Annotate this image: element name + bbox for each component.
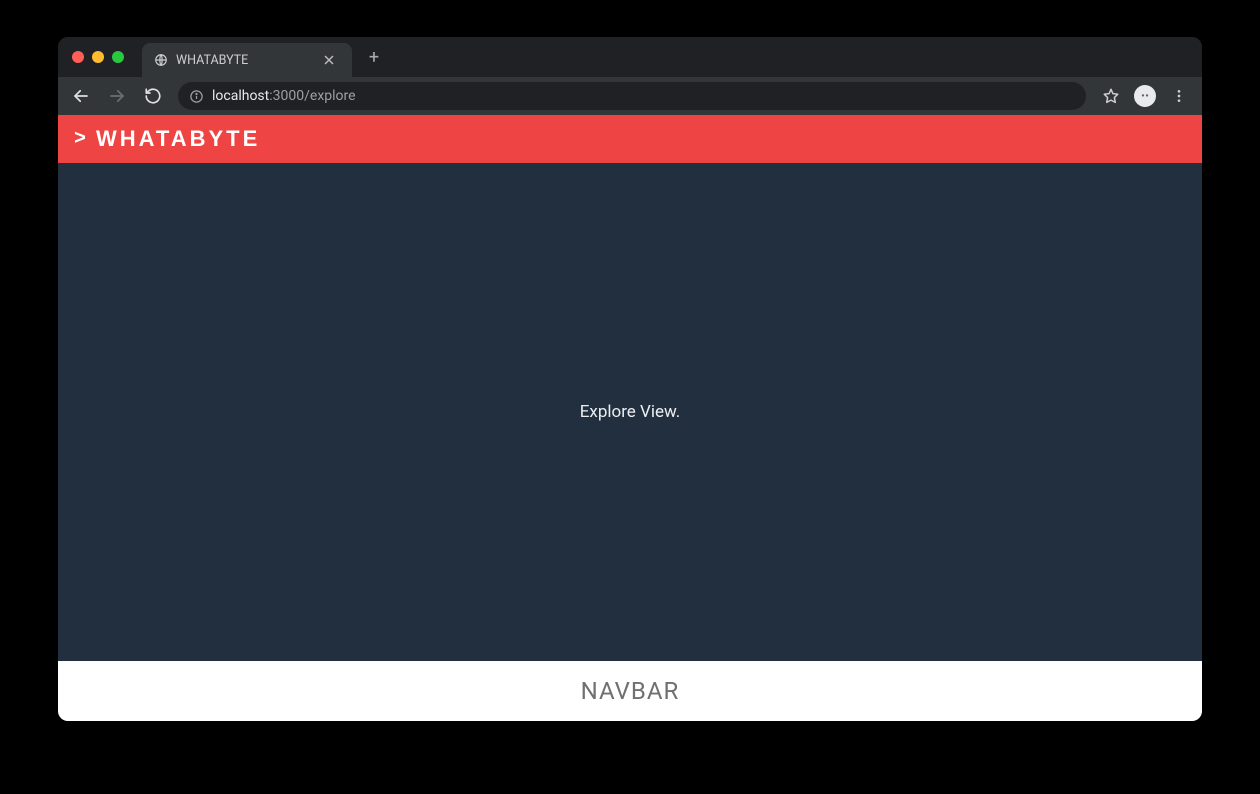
site-info-icon[interactable] (188, 88, 204, 104)
maximize-window-button[interactable] (112, 51, 124, 63)
main-text: Explore View. (580, 402, 681, 422)
address-bar[interactable]: localhost:3000/explore (178, 82, 1086, 110)
prompt-icon: > (74, 128, 86, 151)
kebab-menu-icon[interactable] (1164, 81, 1194, 111)
browser-tab[interactable]: WHATABYTE (142, 43, 352, 77)
url-path: :3000/explore (269, 88, 355, 104)
close-window-button[interactable] (72, 51, 84, 63)
app-navbar[interactable]: NAVBAR (58, 661, 1202, 721)
back-button[interactable] (66, 81, 96, 111)
reload-button[interactable] (138, 81, 168, 111)
globe-icon (154, 53, 168, 67)
url-host: localhost (212, 88, 269, 104)
app-header: > WHATABYTE (58, 115, 1202, 163)
profile-avatar[interactable] (1130, 81, 1160, 111)
url-text: localhost:3000/explore (212, 88, 356, 104)
tab-title: WHATABYTE (176, 53, 316, 68)
minimize-window-button[interactable] (92, 51, 104, 63)
navbar-label: NAVBAR (581, 677, 680, 705)
window-controls (72, 51, 124, 63)
avatar-icon (1134, 85, 1156, 107)
app-title: WHATABYTE (96, 126, 260, 152)
close-tab-icon[interactable] (324, 55, 340, 65)
forward-button[interactable] (102, 81, 132, 111)
toolbar-right (1096, 81, 1194, 111)
main-content: Explore View. (58, 163, 1202, 661)
page-viewport: > WHATABYTE Explore View. NAVBAR (58, 115, 1202, 721)
browser-window: WHATABYTE + (58, 37, 1202, 721)
browser-toolbar: localhost:3000/explore (58, 77, 1202, 115)
bookmark-star-icon[interactable] (1096, 81, 1126, 111)
titlebar: WHATABYTE + (58, 37, 1202, 77)
new-tab-button[interactable]: + (362, 47, 386, 68)
